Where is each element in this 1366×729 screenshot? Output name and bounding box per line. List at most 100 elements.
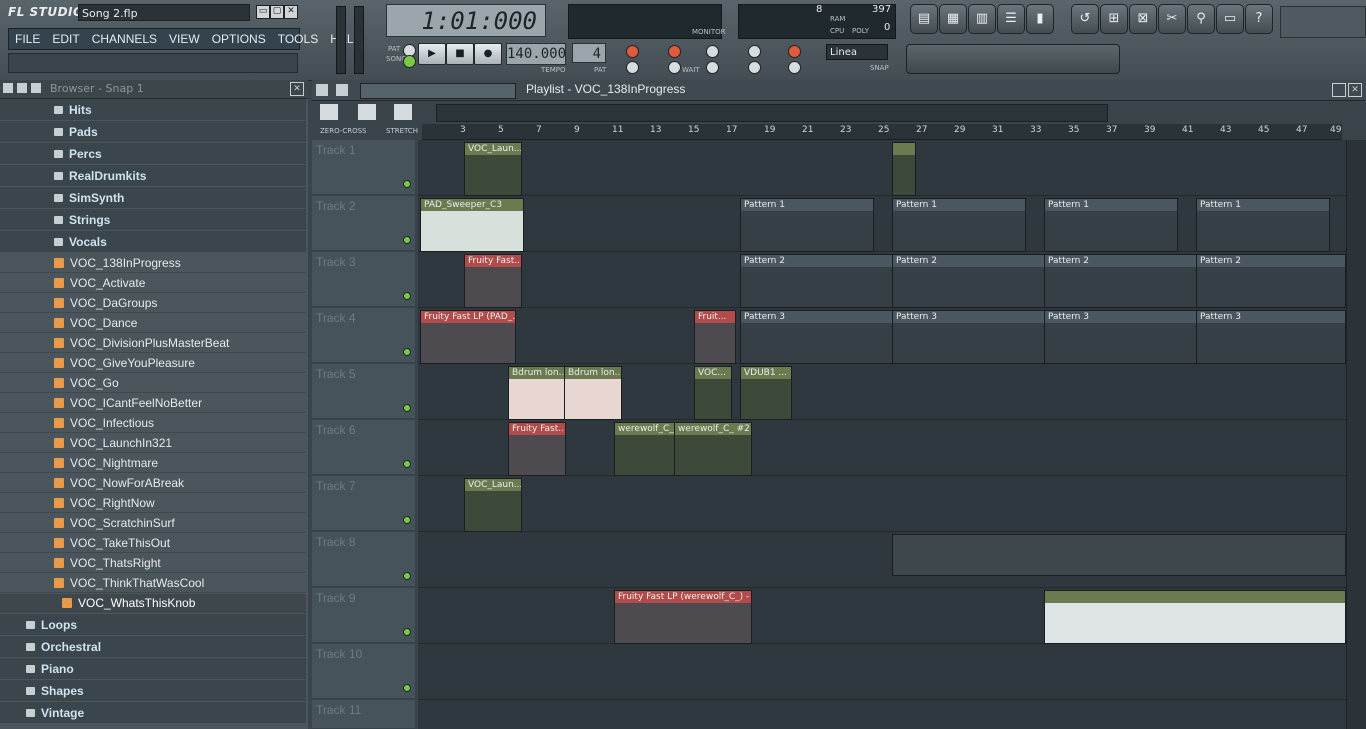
track-header[interactable]: Track 10: [312, 644, 415, 699]
file-item[interactable]: VOC_NowForABreak: [0, 474, 306, 493]
song-time-display[interactable]: 1:01:000: [386, 4, 546, 37]
scroll-toggle[interactable]: [748, 61, 761, 74]
mixer-icon[interactable]: ▮: [1026, 4, 1054, 34]
track-header[interactable]: Track 5: [312, 364, 415, 419]
step-sequencer-icon[interactable]: ▦: [939, 4, 967, 34]
track-enable-led[interactable]: [403, 348, 411, 356]
pattern-clip[interactable]: Pattern 1: [1044, 198, 1178, 252]
menu-options[interactable]: OPTIONS: [206, 29, 272, 49]
search-icon[interactable]: ⚲: [1187, 4, 1215, 34]
pattern-clip[interactable]: Pattern 2: [740, 254, 894, 308]
folder-piano[interactable]: Piano: [0, 658, 306, 679]
folder-shapes[interactable]: Shapes: [0, 680, 306, 701]
help-icon[interactable]: ?: [1245, 4, 1273, 34]
file-item[interactable]: VOC_RightNow: [0, 494, 306, 513]
pattern-clip[interactable]: Pattern 2: [892, 254, 1046, 308]
folder-simsynth[interactable]: SimSynth: [0, 187, 306, 208]
file-item[interactable]: VOC_TakeThisOut: [0, 534, 306, 553]
menu-tools[interactable]: TOOLS: [272, 29, 324, 49]
folder-loops[interactable]: Loops: [0, 614, 306, 635]
pattern-clip[interactable]: Pattern 1: [892, 198, 1026, 252]
track-header[interactable]: Track 9: [312, 588, 415, 643]
audio-clip[interactable]: Bdrum lon...: [508, 366, 566, 420]
typing-keyboard-toggle[interactable]: [626, 61, 639, 74]
multilink-toggle[interactable]: [788, 61, 801, 74]
automation-clip[interactable]: Fruity Fast...: [464, 254, 522, 308]
track-header[interactable]: Track 8: [312, 532, 415, 587]
pattern-clip[interactable]: Pattern 3: [740, 310, 894, 364]
audio-clip[interactable]: Bdrum lon...: [564, 366, 622, 420]
automation-clip[interactable]: Fruity Fast LP (PAD_...: [420, 310, 516, 364]
file-item[interactable]: VOC_DivisionPlusMasterBeat: [0, 334, 306, 353]
file-item[interactable]: VOC_ThinkThatWasCool: [0, 574, 306, 593]
menu-view[interactable]: VIEW: [163, 29, 206, 49]
overdub-toggle[interactable]: [706, 61, 719, 74]
playlist-maximize-icon[interactable]: [1332, 83, 1346, 97]
play-button[interactable]: ▶: [418, 43, 446, 65]
track-enable-led[interactable]: [403, 684, 411, 692]
track-header[interactable]: Track 7: [312, 476, 415, 531]
file-item[interactable]: VOC_GiveYouPleasure: [0, 354, 306, 373]
export-icon[interactable]: ⊠: [1129, 4, 1157, 34]
master-pitch-slider[interactable]: [354, 6, 364, 74]
snap-select[interactable]: Linea: [826, 44, 888, 60]
minimize-icon[interactable]: ▭: [256, 5, 270, 19]
countdown-toggle[interactable]: [668, 45, 681, 58]
file-item[interactable]: VOC_Dance: [0, 314, 306, 333]
automation-clip[interactable]: Fruit...: [694, 310, 736, 364]
pattern-clip[interactable]: Pattern 2: [1044, 254, 1198, 308]
timeline-ruler[interactable]: 3 5 7 9 11 13 15 17 19 21 23 25 27 29 31…: [422, 124, 1342, 140]
blend-toggle[interactable]: [706, 45, 719, 58]
pattern-clip[interactable]: Pattern 3: [1044, 310, 1198, 364]
browser-icon[interactable]: ☰: [997, 4, 1025, 34]
playlist-icon[interactable]: ▤: [910, 4, 938, 34]
folder-orchestral[interactable]: Orchestral: [0, 636, 306, 657]
audio-clip[interactable]: PAD_Sweeper_C3: [420, 198, 524, 252]
file-item[interactable]: VOC_ICantFeelNoBetter: [0, 394, 306, 413]
file-item[interactable]: VOC_LaunchIn321: [0, 434, 306, 453]
loop-record-toggle[interactable]: [748, 45, 761, 58]
metronome-toggle[interactable]: [626, 45, 639, 58]
file-item[interactable]: VOC_Go: [0, 374, 306, 393]
folder-vintage[interactable]: Vintage: [0, 702, 306, 723]
playlist-grid[interactable]: VOC_Laun... PAD_Sweeper_C3 Pattern 1 Pat…: [418, 140, 1346, 729]
browser-menu-icon[interactable]: [3, 83, 13, 93]
file-item[interactable]: VOC_138InProgress: [0, 254, 306, 273]
folder-percs[interactable]: Percs: [0, 143, 306, 164]
master-volume-slider[interactable]: [336, 6, 346, 74]
automation-clip[interactable]: Fruity Fast LP (werewolf_C_) - Cu...: [614, 590, 752, 644]
wait-toggle[interactable]: [668, 61, 681, 74]
menu-file[interactable]: FILE: [9, 29, 46, 49]
browser-close-icon[interactable]: ✕: [290, 82, 304, 96]
folder-strings[interactable]: Strings: [0, 209, 306, 230]
track-enable-led[interactable]: [403, 460, 411, 468]
tempo-display[interactable]: 140.000: [506, 43, 566, 65]
playlist-close-icon[interactable]: ✕: [1348, 83, 1362, 97]
audio-view-icon[interactable]: [394, 104, 412, 120]
pattern-view-icon[interactable]: [320, 104, 338, 120]
folder-realdrumkits[interactable]: RealDrumkits: [0, 165, 306, 186]
piano-roll-icon[interactable]: ▥: [968, 4, 996, 34]
pattern-display[interactable]: 4: [572, 43, 606, 63]
file-item[interactable]: VOC_Infectious: [0, 414, 306, 433]
folder-hits[interactable]: Hits: [0, 99, 306, 120]
tools-icon[interactable]: ✂: [1158, 4, 1186, 34]
file-item[interactable]: VOC_Nightmare: [0, 454, 306, 473]
pattern-clip[interactable]: Pattern 1: [740, 198, 874, 252]
playlist-menu-icon[interactable]: [316, 84, 328, 96]
track-enable-led[interactable]: [403, 628, 411, 636]
magnet-icon[interactable]: [336, 84, 348, 96]
audio-clip[interactable]: werewolf_C_: [614, 422, 676, 476]
file-item[interactable]: VOC_ThatsRight: [0, 554, 306, 573]
track-enable-led[interactable]: [403, 404, 411, 412]
audio-clip[interactable]: [892, 142, 916, 196]
automation-clip[interactable]: Fruity Fast...: [508, 422, 566, 476]
tool-bar[interactable]: [360, 83, 516, 99]
browser-back-icon[interactable]: [31, 83, 41, 93]
track-header[interactable]: Track 3: [312, 252, 415, 307]
pattern-clip[interactable]: Pattern 3: [1196, 310, 1346, 364]
track-enable-led[interactable]: [403, 572, 411, 580]
automation-view-icon[interactable]: [358, 104, 376, 120]
track-header[interactable]: Track 1: [312, 140, 415, 195]
song-mode-radio[interactable]: [403, 55, 416, 68]
